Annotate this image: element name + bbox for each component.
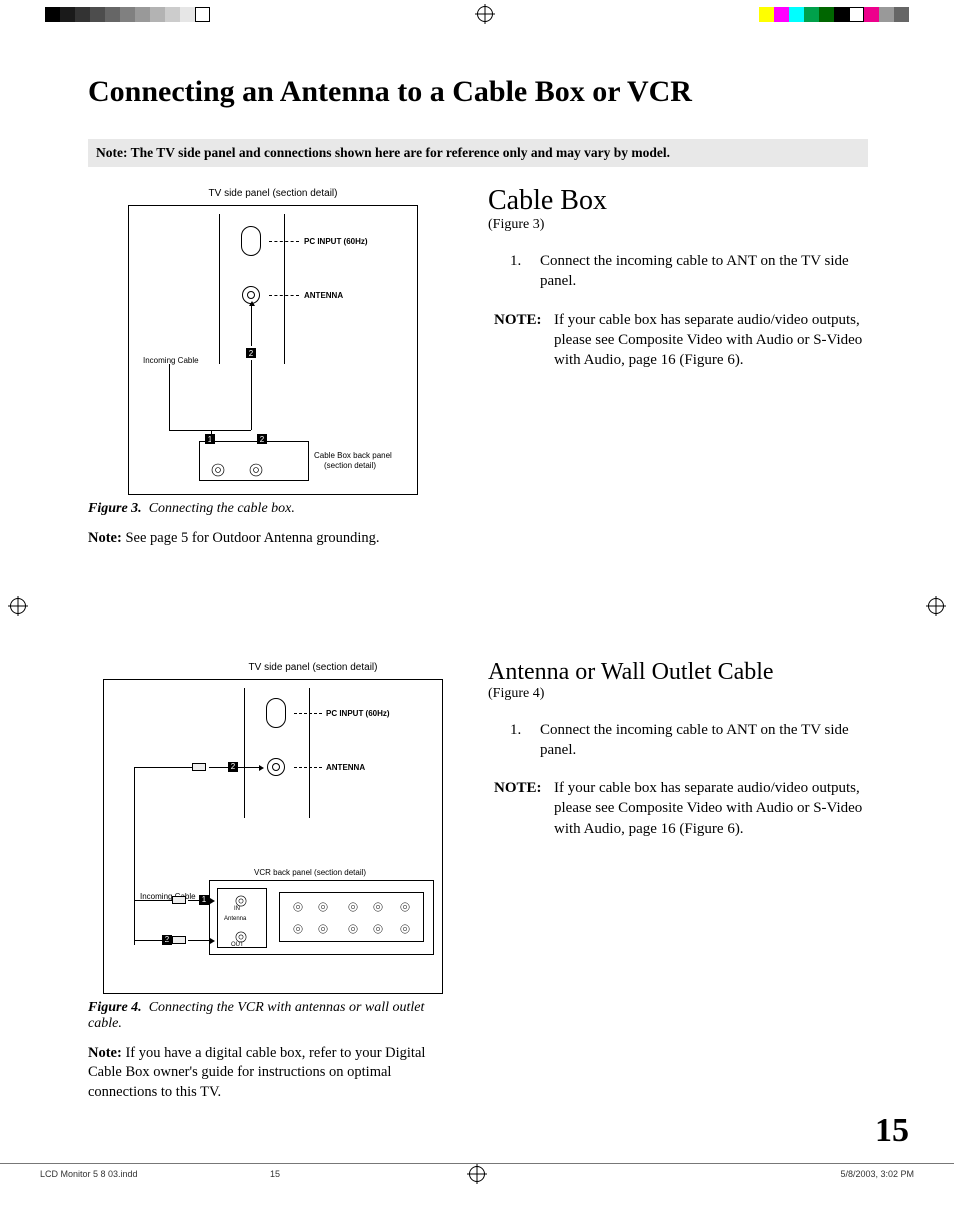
fig4-pc-label: PC INPUT (60Hz) xyxy=(326,709,390,718)
cbox-out-icon xyxy=(250,464,263,477)
fig3-cbox-l1: Cable Box back panel xyxy=(314,451,392,460)
section-antenna: TV side panel (section detail) PC INPUT … xyxy=(88,659,868,1103)
fig4-pc-port-icon xyxy=(266,698,286,728)
antenna-note: NOTE: If your cable box has separate aud… xyxy=(494,778,868,839)
note-text: If your cable box has separate audio/vid… xyxy=(554,778,868,839)
note-label: NOTE: xyxy=(494,310,554,371)
figure3-diagram: PC INPUT (60Hz) ANTENNA 2 Incoming Cable… xyxy=(128,205,418,495)
step-text: Connect the incoming cable to ANT on the… xyxy=(540,720,868,761)
footer-filename: LCD Monitor 5 8 03.indd xyxy=(40,1169,138,1179)
cablebox-heading: Cable Box xyxy=(488,185,868,217)
av-jack-icon xyxy=(374,902,383,911)
figure4-diagram: PC INPUT (60Hz) ANTENNA 2 VCR back panel… xyxy=(103,679,443,994)
step-num: 1. xyxy=(510,251,540,292)
fig3-ant-label: ANTENNA xyxy=(304,291,343,300)
fig3-cap-text: Connecting the cable box. xyxy=(149,501,295,516)
fig4-ant-label: ANTENNA xyxy=(326,763,365,772)
av-jack-icon xyxy=(294,902,303,911)
figure4-caption: Figure 4. Connecting the VCR with antenn… xyxy=(88,1000,458,1032)
antenna-figref: (Figure 4) xyxy=(488,686,868,702)
footer-page: 15 xyxy=(270,1169,280,1179)
cablebox-figref: (Figure 3) xyxy=(488,217,868,233)
page-title: Connecting an Antenna to a Cable Box or … xyxy=(88,75,868,109)
antenna-heading: Antenna or Wall Outlet Cable xyxy=(488,659,868,686)
note-text: If your cable box has separate audio/vid… xyxy=(554,310,868,371)
cbox-in-icon xyxy=(212,464,225,477)
antenna-step1: 1. Connect the incoming cable to ANT on … xyxy=(510,720,868,761)
av-jack-icon xyxy=(374,924,383,933)
av-jack-icon xyxy=(319,924,328,933)
fig3-cbox-l2: (section detail) xyxy=(324,461,376,470)
registration-mark-left-icon xyxy=(10,598,26,614)
registration-mark-right-icon xyxy=(928,598,944,614)
top-note: Note: The TV side panel and connections … xyxy=(88,139,868,167)
fig3-tv-label: TV side panel (section detail) xyxy=(88,188,458,199)
fig4-out: OUT xyxy=(231,942,244,948)
step-text: Connect the incoming cable to ANT on the… xyxy=(540,251,868,292)
figure4-column: TV side panel (section detail) PC INPUT … xyxy=(88,659,458,1103)
registration-mark-icon xyxy=(477,6,493,22)
pc-input-port-icon xyxy=(241,226,261,256)
registration-mark-bottom-icon xyxy=(469,1166,485,1182)
av-jack-icon xyxy=(401,902,410,911)
figure4-note: Note: If you have a digital cable box, r… xyxy=(88,1044,458,1103)
fig4-cap-label: Figure 4. xyxy=(88,1000,142,1015)
footer: LCD Monitor 5 8 03.indd 15 5/8/2003, 3:0… xyxy=(0,1163,954,1179)
figure3-note: Note: See page 5 for Outdoor Antenna gro… xyxy=(88,529,458,549)
section-cablebox: TV side panel (section detail) PC INPUT … xyxy=(88,185,868,549)
page-content: Connecting an Antenna to a Cable Box or … xyxy=(88,75,868,1102)
fig3-note-label: Note: xyxy=(88,530,122,546)
fig3-note-text: See page 5 for Outdoor Antenna grounding… xyxy=(125,530,379,546)
fig4-ant-port-icon xyxy=(267,758,285,776)
vcr-in-icon xyxy=(236,895,247,906)
grayscale-bar xyxy=(45,7,210,22)
page-number: 15 xyxy=(875,1112,909,1150)
av-jack-icon xyxy=(294,924,303,933)
fig4-vcr-label: VCR back panel (section detail) xyxy=(254,868,366,877)
fig4-in: IN xyxy=(234,906,240,912)
fig4-note-text: If you have a digital cable box, refer t… xyxy=(88,1045,425,1100)
antenna-text-column: Antenna or Wall Outlet Cable (Figure 4) … xyxy=(488,659,868,1103)
figure3-column: TV side panel (section detail) PC INPUT … xyxy=(88,185,458,549)
av-jack-icon xyxy=(401,924,410,933)
vcr-out-icon xyxy=(236,931,247,942)
cablebox-step1: 1. Connect the incoming cable to ANT on … xyxy=(510,251,868,292)
cablebox-text-column: Cable Box (Figure 3) 1. Connect the inco… xyxy=(488,185,868,549)
fig3-cap-label: Figure 3. xyxy=(88,501,142,516)
fig4-tv-label: TV side panel (section detail) xyxy=(168,662,458,673)
note-label: NOTE: xyxy=(494,778,554,839)
av-jack-icon xyxy=(349,902,358,911)
footer-datetime: 5/8/2003, 3:02 PM xyxy=(840,1169,914,1179)
fig4-antbox: Antenna xyxy=(224,916,246,922)
figure3-caption: Figure 3. Connecting the cable box. xyxy=(88,501,458,517)
fig4-note-label: Note: xyxy=(88,1045,122,1061)
cablebox-note: NOTE: If your cable box has separate aud… xyxy=(494,310,868,371)
color-bar xyxy=(759,7,909,22)
fig3-pc-label: PC INPUT (60Hz) xyxy=(304,237,368,246)
fig3-incoming: Incoming Cable xyxy=(143,356,199,365)
printer-marks-top xyxy=(0,5,954,23)
av-jack-icon xyxy=(319,902,328,911)
step-num: 1. xyxy=(510,720,540,761)
av-jack-icon xyxy=(349,924,358,933)
